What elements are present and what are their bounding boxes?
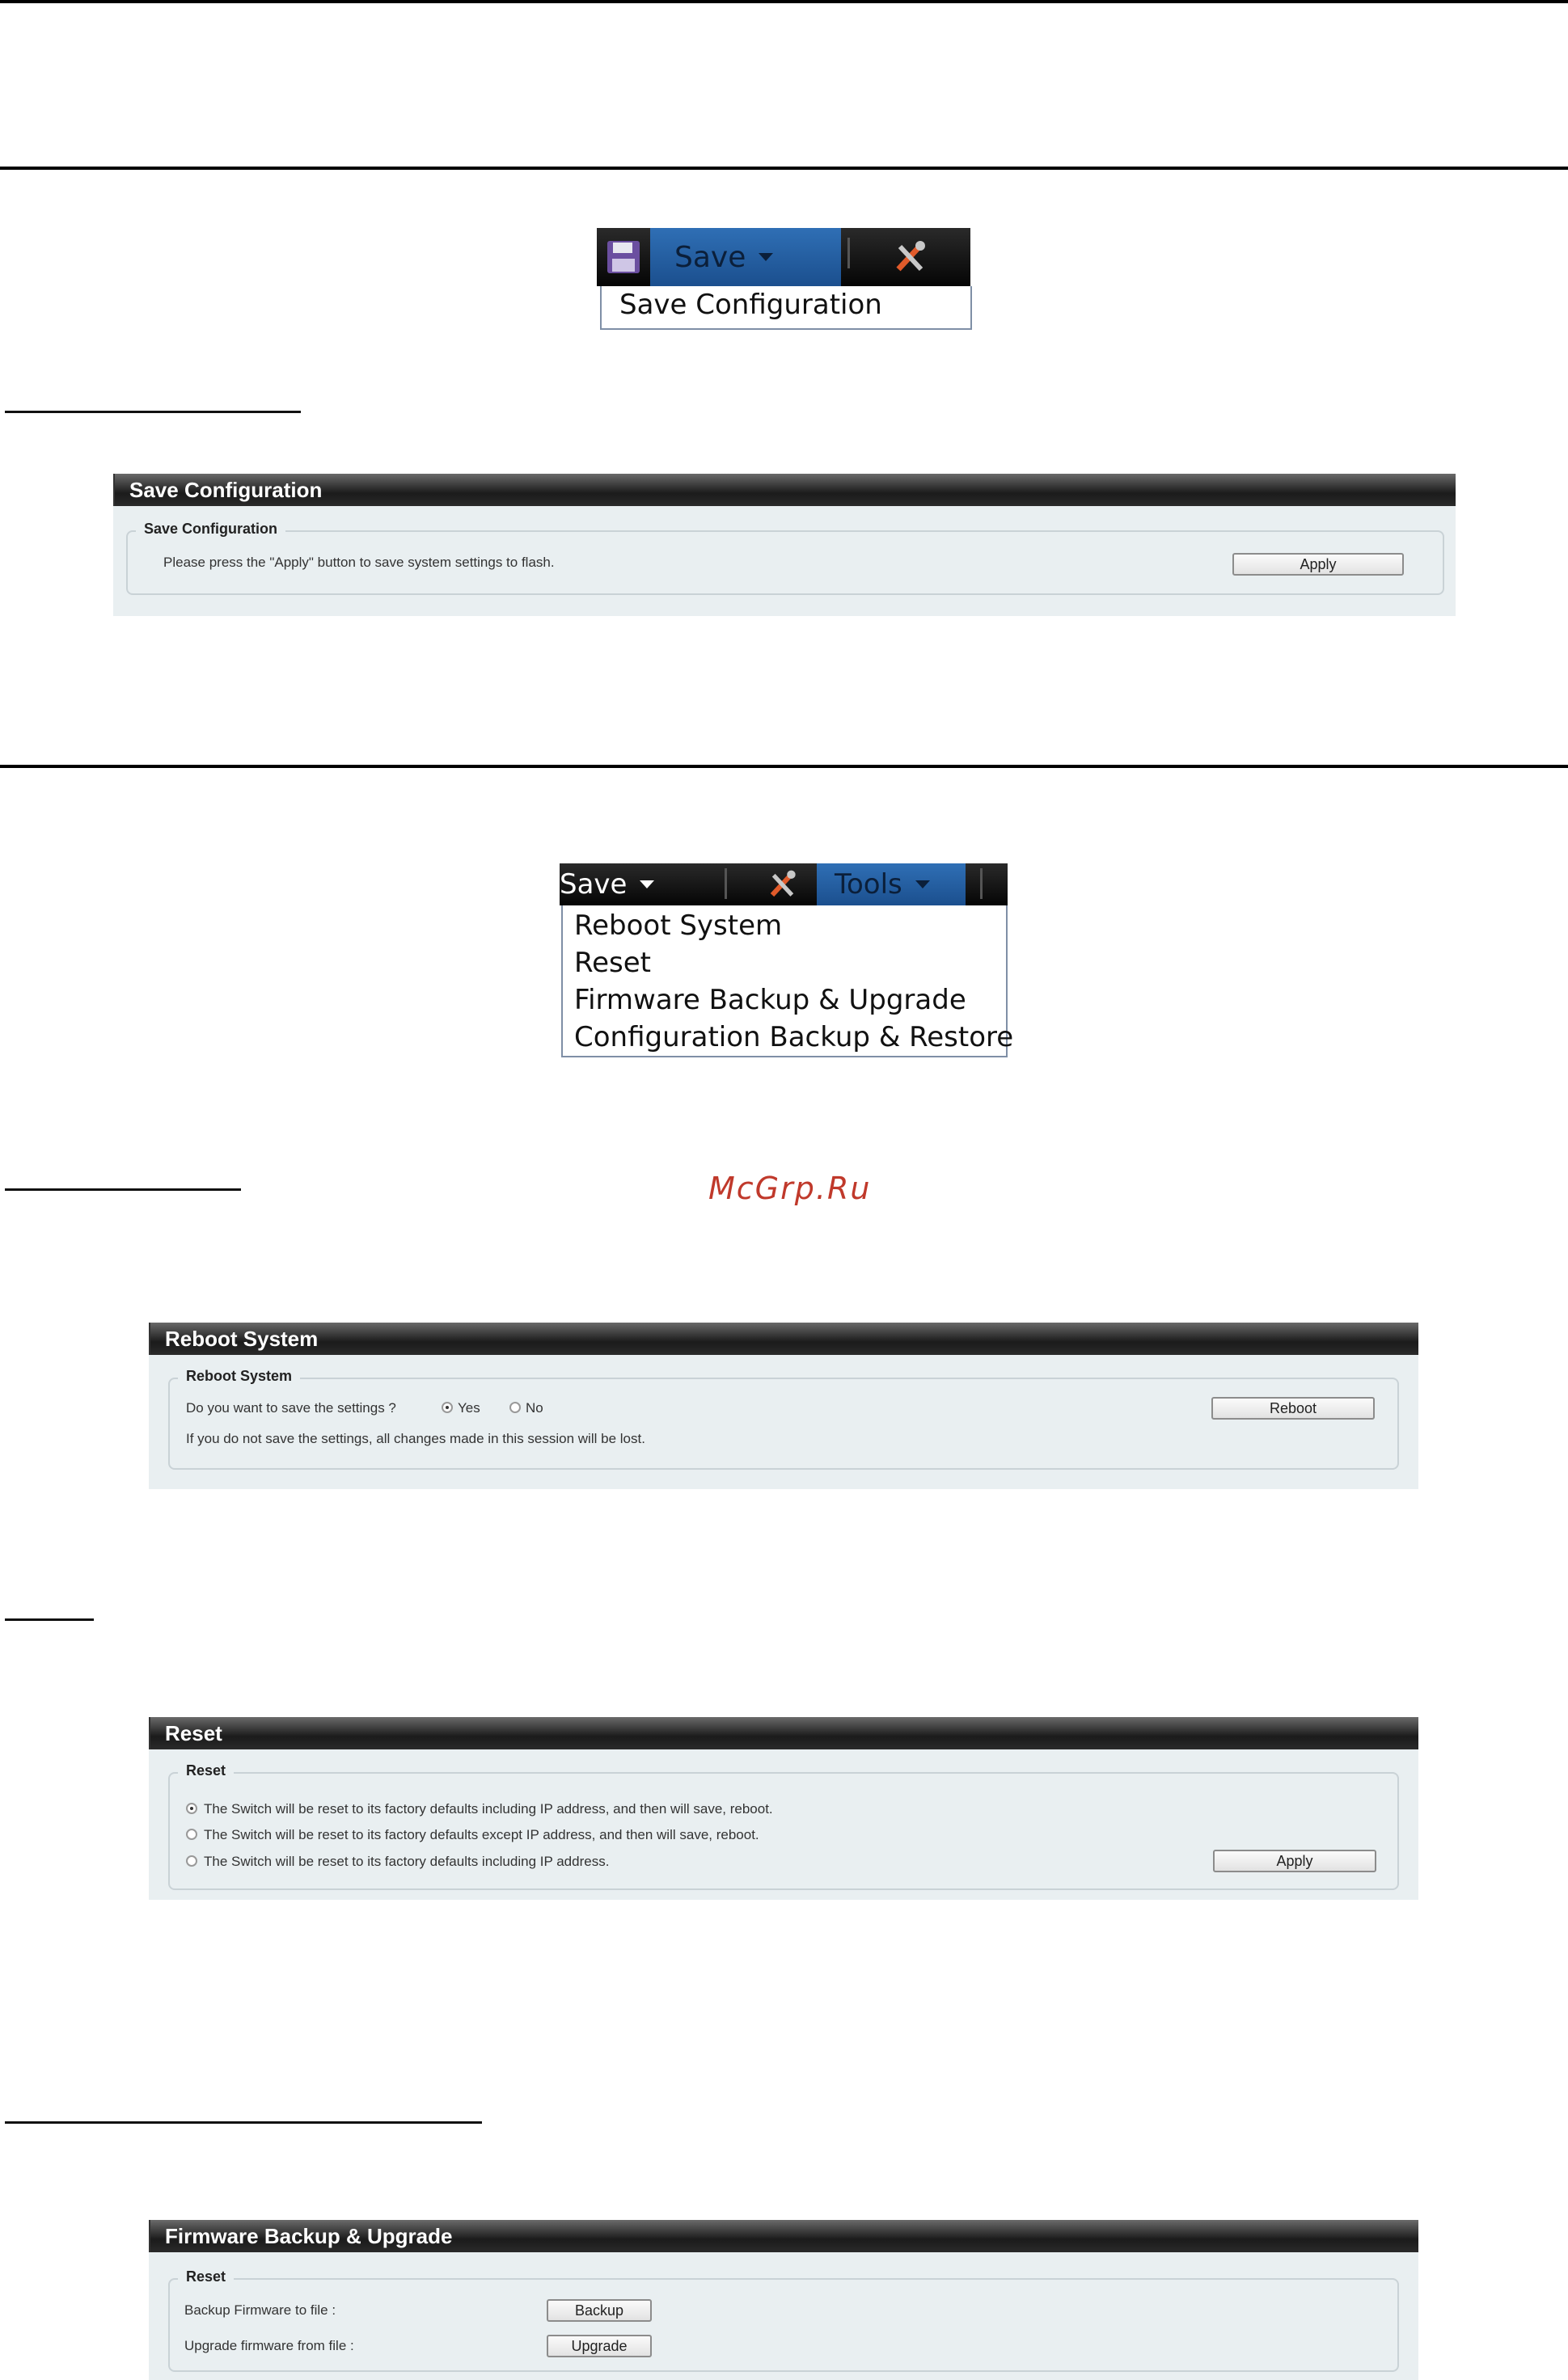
tools-icon[interactable] xyxy=(765,863,801,905)
save-dropdown: Save Configuration xyxy=(600,286,972,330)
radio-yes-label: Yes xyxy=(458,1400,480,1416)
menu-item-config-backup-restore[interactable]: Configuration Backup & Restore xyxy=(563,1019,1013,1056)
firmware-fieldset: Reset Backup Firmware to file : Backup U… xyxy=(168,2268,1399,2372)
fieldset-legend: Reboot System xyxy=(178,1368,301,1385)
apply-button[interactable]: Apply xyxy=(1213,1850,1376,1872)
tools-icon[interactable] xyxy=(888,228,933,286)
reset-option-radio[interactable] xyxy=(186,1855,197,1867)
save-disk-icon xyxy=(602,228,645,286)
fieldset-legend: Reset xyxy=(178,1762,235,1779)
panel-title: Reset xyxy=(149,1717,1418,1749)
tools-menubar: Save Tools xyxy=(560,863,1008,905)
tools-menu-button[interactable]: Tools xyxy=(817,863,966,905)
heading-underline-4 xyxy=(5,2121,482,2124)
backup-button[interactable]: Backup xyxy=(547,2299,652,2322)
reboot-button[interactable]: Reboot xyxy=(1211,1397,1375,1420)
radio-no[interactable] xyxy=(509,1402,521,1413)
reset-fieldset: Reset The Switch will be reset to its fa… xyxy=(168,1762,1399,1890)
menu-separator xyxy=(725,868,727,899)
reset-option-label: The Switch will be reset to its factory … xyxy=(204,1854,610,1869)
menu-item-save-configuration[interactable]: Save Configuration xyxy=(602,286,970,323)
chevron-down-icon xyxy=(915,880,930,888)
heading-underline-1 xyxy=(5,411,301,413)
menu-item-reboot-system[interactable]: Reboot System xyxy=(563,907,1006,944)
fieldset-legend: Reset xyxy=(178,2268,235,2285)
reset-option-radio[interactable] xyxy=(186,1803,197,1814)
radio-yes[interactable] xyxy=(442,1402,453,1413)
save-menu-label: Save xyxy=(560,868,628,901)
firmware-panel: Firmware Backup & Upgrade Reset Backup F… xyxy=(149,2220,1418,2380)
reset-option-radio[interactable] xyxy=(186,1829,197,1840)
heading-underline-2 xyxy=(5,1188,241,1191)
reset-option-label: The Switch will be reset to its factory … xyxy=(204,1827,759,1842)
section-rule-1 xyxy=(0,167,1568,170)
save-config-panel: Save Configuration Save Configuration Pl… xyxy=(113,474,1456,616)
backup-firmware-label: Backup Firmware to file : xyxy=(184,2302,336,2318)
menu-item-reset[interactable]: Reset xyxy=(563,944,1006,981)
fieldset-legend: Save Configuration xyxy=(136,521,286,538)
apply-button[interactable]: Apply xyxy=(1232,553,1404,576)
panel-title: Firmware Backup & Upgrade xyxy=(149,2220,1418,2252)
save-config-fieldset: Save Configuration Please press the "App… xyxy=(126,521,1444,595)
save-message: Please press the "Apply" button to save … xyxy=(163,555,555,570)
save-menu-label: Save xyxy=(674,240,746,274)
watermark: McGrp.Ru xyxy=(708,1171,872,1206)
menu-separator xyxy=(847,238,850,268)
tools-menu-label: Tools xyxy=(835,868,902,901)
heading-underline-3 xyxy=(5,1618,94,1621)
reboot-fieldset: Reboot System Do you want to save the se… xyxy=(168,1368,1399,1470)
save-menu-button[interactable]: Save xyxy=(650,228,841,286)
reset-option-label: The Switch will be reset to its factory … xyxy=(204,1801,773,1817)
chevron-down-icon xyxy=(759,253,774,261)
reset-panel: Reset Reset The Switch will be reset to … xyxy=(149,1717,1418,1900)
reboot-panel: Reboot System Reboot System Do you want … xyxy=(149,1323,1418,1489)
warning-text: If you do not save the settings, all cha… xyxy=(186,1431,645,1446)
tools-dropdown: Reboot System Reset Firmware Backup & Up… xyxy=(561,905,1013,1057)
chevron-down-icon xyxy=(640,880,655,888)
panel-title: Save Configuration xyxy=(113,474,1456,506)
menu-separator xyxy=(980,868,983,899)
radio-no-label: No xyxy=(526,1400,543,1416)
upgrade-button[interactable]: Upgrade xyxy=(547,2335,652,2357)
section-rule-2 xyxy=(0,765,1568,768)
top-rule xyxy=(0,0,1568,3)
panel-title: Reboot System xyxy=(149,1323,1418,1355)
menu-item-firmware-backup-upgrade[interactable]: Firmware Backup & Upgrade xyxy=(563,981,1006,1019)
save-menu-button[interactable]: Save xyxy=(560,863,655,905)
upgrade-firmware-label: Upgrade firmware from file : xyxy=(184,2338,354,2353)
save-question: Do you want to save the settings ? xyxy=(186,1400,396,1416)
save-menubar: Save xyxy=(597,228,970,286)
